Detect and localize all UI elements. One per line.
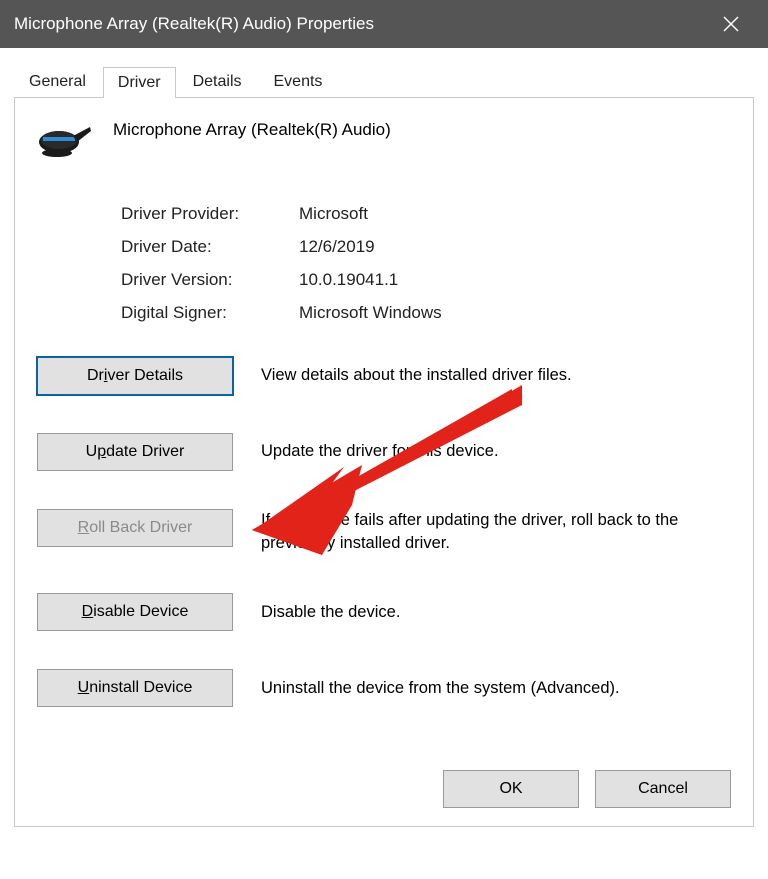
window-title: Microphone Array (Realtek(R) Audio) Prop… xyxy=(14,14,708,34)
device-header: Microphone Array (Realtek(R) Audio) xyxy=(37,118,731,160)
driver-tab-panel: Microphone Array (Realtek(R) Audio) Driv… xyxy=(14,97,754,827)
action-row-rollback: Roll Back Driver If the device fails aft… xyxy=(37,509,731,555)
dialog-footer: OK Cancel xyxy=(443,770,731,808)
rollback-driver-button: Roll Back Driver xyxy=(37,509,233,547)
action-row-disable: Disable Device Disable the device. xyxy=(37,593,731,631)
device-name: Microphone Array (Realtek(R) Audio) xyxy=(113,118,391,140)
driver-details-desc: View details about the installed driver … xyxy=(261,364,572,387)
driver-provider-value: Microsoft xyxy=(299,204,368,224)
ok-button[interactable]: OK xyxy=(443,770,579,808)
driver-date-label: Driver Date: xyxy=(121,237,299,257)
cancel-button[interactable]: Cancel xyxy=(595,770,731,808)
action-row-update: Update Driver Update the driver for this… xyxy=(37,433,731,471)
disable-device-desc: Disable the device. xyxy=(261,601,400,624)
update-driver-button[interactable]: Update Driver xyxy=(37,433,233,471)
microphone-device-icon xyxy=(37,118,93,160)
tab-general[interactable]: General xyxy=(14,66,101,97)
tab-driver[interactable]: Driver xyxy=(103,67,176,98)
rollback-driver-desc: If the device fails after updating the d… xyxy=(261,509,731,555)
driver-date-value: 12/6/2019 xyxy=(299,237,375,257)
digital-signer-label: Digital Signer: xyxy=(121,303,299,323)
tab-details[interactable]: Details xyxy=(178,66,257,97)
action-row-details: Driver Details View details about the in… xyxy=(37,357,731,395)
driver-version-value: 10.0.19041.1 xyxy=(299,270,398,290)
close-icon xyxy=(723,16,739,32)
disable-device-button[interactable]: Disable Device xyxy=(37,593,233,631)
tabstrip: General Driver Details Events xyxy=(0,48,768,97)
digital-signer-value: Microsoft Windows xyxy=(299,303,442,323)
uninstall-device-button[interactable]: Uninstall Device xyxy=(37,669,233,707)
uninstall-device-desc: Uninstall the device from the system (Ad… xyxy=(261,677,620,700)
driver-version-label: Driver Version: xyxy=(121,270,299,290)
titlebar: Microphone Array (Realtek(R) Audio) Prop… xyxy=(0,0,768,48)
action-row-uninstall: Uninstall Device Uninstall the device fr… xyxy=(37,669,731,707)
close-button[interactable] xyxy=(708,0,754,48)
driver-details-button[interactable]: Driver Details xyxy=(37,357,233,395)
driver-info-grid: Driver Provider: Microsoft Driver Date: … xyxy=(121,204,731,323)
update-driver-desc: Update the driver for this device. xyxy=(261,440,499,463)
driver-provider-label: Driver Provider: xyxy=(121,204,299,224)
tab-events[interactable]: Events xyxy=(259,66,338,97)
